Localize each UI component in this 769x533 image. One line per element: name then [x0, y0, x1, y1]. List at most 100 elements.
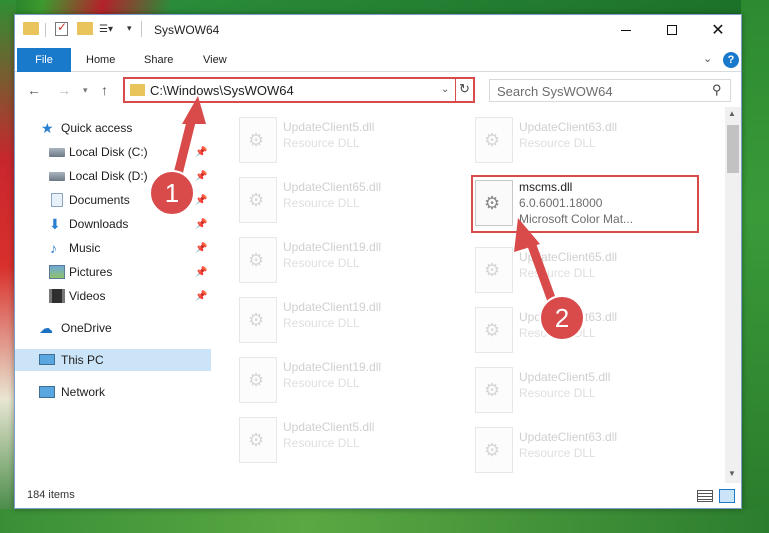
file-item[interactable]: UpdateClient5.dll Resource DLL: [447, 363, 677, 415]
help-icon[interactable]: ?: [723, 52, 739, 68]
sidebar-item-local-disk-c[interactable]: Local Disk (C:) 📌: [15, 141, 211, 163]
file-name: UpdateClient19.dll: [283, 240, 382, 254]
maximize-icon: [667, 25, 677, 35]
sidebar-item-music[interactable]: ♪ Music 📌: [15, 237, 211, 259]
expand-ribbon-icon[interactable]: ⌄: [703, 52, 712, 65]
pin-icon[interactable]: 📌: [195, 147, 207, 158]
customize-toolbar-icon[interactable]: ☰▾: [99, 22, 121, 36]
search-icon[interactable]: ⚲: [712, 82, 722, 98]
title-bar: ☰▾ ▾ SysWOW64 ✕: [15, 15, 741, 45]
pin-icon[interactable]: 📌: [195, 267, 207, 278]
ribbon-tabs: File Home Share View ⌄ ?: [15, 48, 741, 72]
file-item[interactable]: UpdateClient63.dll Resource DLL: [447, 303, 677, 355]
sidebar-item-network[interactable]: Network: [15, 381, 211, 403]
sidebar-item-videos[interactable]: Videos 📌: [15, 285, 211, 307]
downloads-icon: ⬇: [49, 216, 61, 232]
back-arrow-icon[interactable]: ←: [27, 82, 41, 98]
close-icon: ✕: [711, 22, 725, 39]
navigation-bar: ← → ▾ ↑ C:\Windows\SysWOW64 ⌄ ↻ Search S…: [15, 73, 741, 107]
file-item[interactable]: UpdateClient63.dll Resource DLL: [447, 423, 677, 475]
sidebar-item-onedrive[interactable]: ☁ OneDrive: [15, 317, 211, 339]
details-view-icon[interactable]: [697, 490, 713, 502]
file-description: Resource DLL: [519, 386, 596, 400]
dll-file-icon: [239, 417, 277, 463]
cloud-icon: ☁: [39, 320, 53, 336]
up-arrow-icon[interactable]: ↑: [101, 82, 108, 98]
file-item[interactable]: UpdateClient65.dll Resource DLL: [447, 243, 677, 295]
sidebar-item-local-disk-d[interactable]: Local Disk (D:) 📌: [15, 165, 211, 187]
sidebar-item-this-pc[interactable]: This PC: [15, 349, 211, 371]
dll-file-icon: [239, 237, 277, 283]
large-icons-view-icon[interactable]: [719, 489, 735, 503]
file-item[interactable]: UpdateClient63.dll Resource DLL: [447, 113, 677, 165]
pin-icon[interactable]: 📌: [195, 195, 207, 206]
file-item[interactable]: UpdateClient65.dll Resource DLL: [211, 173, 441, 225]
sidebar-item-pictures[interactable]: Pictures 📌: [15, 261, 211, 283]
address-divider: [455, 79, 456, 101]
address-bar[interactable]: C:\Windows\SysWOW64 ⌄ ↻: [123, 77, 475, 103]
star-icon: ★: [41, 120, 54, 136]
file-version: 6.0.6001.18000: [519, 196, 603, 210]
dll-file-icon: [239, 357, 277, 403]
tab-home[interactable]: Home: [86, 48, 115, 72]
documents-icon: [51, 193, 63, 207]
quick-access-dropdown-icon[interactable]: ▾: [127, 23, 132, 34]
file-item[interactable]: UpdateClient19.dll Resource DLL: [211, 353, 441, 405]
file-item[interactable]: UpdateClient19.dll Resource DLL: [211, 233, 441, 285]
scroll-up-icon[interactable]: ▲: [728, 109, 736, 118]
sidebar-item-documents[interactable]: Documents 📌: [15, 189, 211, 211]
close-button[interactable]: ✕: [695, 15, 741, 45]
minimize-button[interactable]: [603, 15, 649, 45]
pin-icon[interactable]: 📌: [195, 243, 207, 254]
disk-icon: [49, 172, 65, 181]
sidebar-item-downloads[interactable]: ⬇ Downloads 📌: [15, 213, 211, 235]
maximize-button[interactable]: [649, 15, 695, 45]
refresh-icon[interactable]: ↻: [459, 81, 470, 97]
dll-file-icon: [475, 247, 513, 293]
file-name: UpdateClient5.dll: [283, 120, 375, 134]
tab-file[interactable]: File: [17, 48, 71, 72]
file-item[interactable]: UpdateClient5.dll Resource DLL: [211, 113, 441, 165]
desktop-wallpaper-bottom: [0, 509, 769, 533]
tab-share[interactable]: Share: [144, 48, 173, 72]
status-item-count: 184 items: [27, 489, 75, 501]
pin-icon[interactable]: 📌: [195, 219, 207, 230]
scroll-down-icon[interactable]: ▼: [728, 469, 736, 478]
sidebar-item-label: Quick access: [61, 121, 133, 135]
music-icon: ♪: [50, 240, 57, 256]
file-name: UpdateClient5.dll: [519, 370, 611, 384]
tab-view[interactable]: View: [203, 48, 227, 72]
file-name: UpdateClient63.dll: [519, 120, 618, 134]
address-path[interactable]: C:\Windows\SysWOW64: [150, 83, 294, 98]
address-dropdown-icon[interactable]: ⌄: [441, 84, 449, 95]
forward-arrow-icon[interactable]: →: [57, 82, 71, 98]
title-divider: [141, 21, 142, 37]
file-description: Microsoft Color Mat...: [519, 212, 634, 226]
sidebar-item-quick-access[interactable]: ★ Quick access: [15, 117, 211, 139]
toolbar-divider: [45, 23, 46, 37]
search-placeholder: Search SysWOW64: [497, 84, 613, 99]
window-title: SysWOW64: [154, 23, 220, 37]
file-item[interactable]: UpdateClient19.dll Resource DLL: [211, 293, 441, 345]
file-description: Resource DLL: [519, 136, 596, 150]
pictures-icon: [49, 265, 65, 279]
file-description: Resource DLL: [519, 326, 596, 340]
properties-icon[interactable]: [55, 20, 68, 36]
scroll-thumb[interactable]: [727, 125, 739, 173]
sidebar-item-label: Network: [61, 385, 106, 399]
pin-icon[interactable]: 📌: [195, 171, 207, 182]
search-input[interactable]: Search SysWOW64 ⚲: [489, 79, 731, 102]
file-description: Resource DLL: [283, 256, 360, 270]
dll-file-icon: [239, 177, 277, 223]
recent-locations-dropdown-icon[interactable]: ▾: [83, 85, 88, 96]
highlighted-file-item[interactable]: mscms.dll 6.0.6001.18000 Microsoft Color…: [471, 175, 699, 233]
address-folder-icon: [130, 84, 145, 96]
disk-icon: [49, 148, 65, 157]
vertical-scrollbar[interactable]: ▲ ▼: [725, 107, 741, 483]
videos-icon: [49, 289, 65, 303]
new-folder-icon[interactable]: [77, 22, 93, 35]
pin-icon[interactable]: 📌: [195, 291, 207, 302]
sidebar-item-label: OneDrive: [61, 321, 112, 335]
file-item[interactable]: UpdateClient5.dll Resource DLL: [211, 413, 441, 465]
file-name: UpdateClient65.dll: [519, 250, 618, 264]
